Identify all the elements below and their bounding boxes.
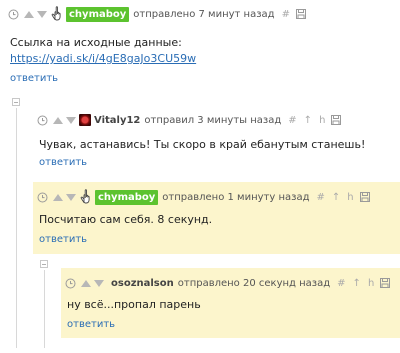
vote-down-icon[interactable] — [66, 193, 76, 201]
data-link[interactable]: https://yadi.sk/i/4gE8gaJo3CU59w — [10, 52, 196, 65]
reply-link[interactable]: ответить — [39, 157, 87, 168]
username-badge[interactable]: chymaboy — [66, 6, 130, 22]
avatar — [79, 114, 91, 126]
hand-icon — [50, 6, 64, 22]
posted-time: отправлено 7 минут назад — [133, 8, 275, 20]
go-up-icon[interactable]: ↑ — [353, 278, 361, 289]
vote-up-icon[interactable] — [24, 10, 34, 18]
collapse-icon[interactable] — [40, 260, 48, 268]
clock-icon[interactable] — [8, 9, 19, 20]
comment-text: Ссылка на исходные данные: — [10, 36, 182, 49]
hand-icon — [79, 189, 93, 205]
clock-icon[interactable] — [65, 278, 76, 289]
parent-icon[interactable]: h — [319, 115, 325, 126]
comment-1-meta: chymaboy отправлено 7 минут назад # — [8, 6, 306, 22]
parent-icon[interactable]: h — [368, 278, 374, 289]
posted-time: отправлено 1 минуту назад — [162, 191, 310, 203]
thread-line — [16, 108, 17, 348]
vote-up-icon[interactable] — [53, 193, 63, 201]
reply-link[interactable]: ответить — [39, 234, 87, 245]
vote-up-icon[interactable] — [81, 279, 91, 287]
posted-time: отправлено 20 секунд назад — [177, 277, 331, 289]
vote-down-icon[interactable] — [94, 279, 104, 287]
clock-icon[interactable] — [37, 115, 48, 126]
permalink-icon[interactable]: # — [337, 278, 345, 289]
save-icon[interactable] — [295, 9, 306, 19]
username[interactable]: Vitaly12 — [94, 115, 140, 126]
comment-text: Чувак, астанавись! Ты скоро в край ебану… — [39, 138, 366, 151]
vote-up-icon[interactable] — [53, 116, 63, 124]
posted-time: отправил 3 минуты назад — [144, 114, 282, 126]
username-badge[interactable]: chymaboy — [95, 189, 159, 205]
reply-link[interactable]: ответить — [67, 319, 115, 330]
go-up-icon[interactable]: ↑ — [332, 192, 340, 203]
username[interactable]: osoznalson — [111, 278, 174, 289]
vote-down-icon[interactable] — [66, 116, 76, 124]
comment-3-meta: chymaboy отправлено 1 минуту назад # ↑ h — [37, 189, 370, 205]
save-icon[interactable] — [380, 278, 391, 288]
permalink-icon[interactable]: # — [282, 9, 290, 20]
thread-line — [44, 270, 45, 348]
clock-icon[interactable] — [37, 192, 48, 203]
parent-icon[interactable]: h — [347, 192, 353, 203]
save-icon[interactable] — [359, 192, 370, 202]
reply-link[interactable]: ответить — [10, 73, 58, 84]
vote-down-icon[interactable] — [37, 10, 47, 18]
permalink-icon[interactable]: # — [288, 115, 296, 126]
comment-text: Посчитаю сам себя. 8 секунд. — [39, 213, 213, 226]
permalink-icon[interactable]: # — [317, 192, 325, 203]
collapse-icon[interactable] — [12, 98, 20, 106]
comment-2-meta: Vitaly12 отправил 3 минуты назад # ↑ h — [37, 112, 342, 128]
go-up-icon[interactable]: ↑ — [304, 115, 312, 126]
comment-text: ну всё...пропал парень — [67, 298, 201, 311]
save-icon[interactable] — [331, 115, 342, 125]
comment-4-meta: osoznalson отправлено 20 секунд назад # … — [65, 275, 391, 291]
